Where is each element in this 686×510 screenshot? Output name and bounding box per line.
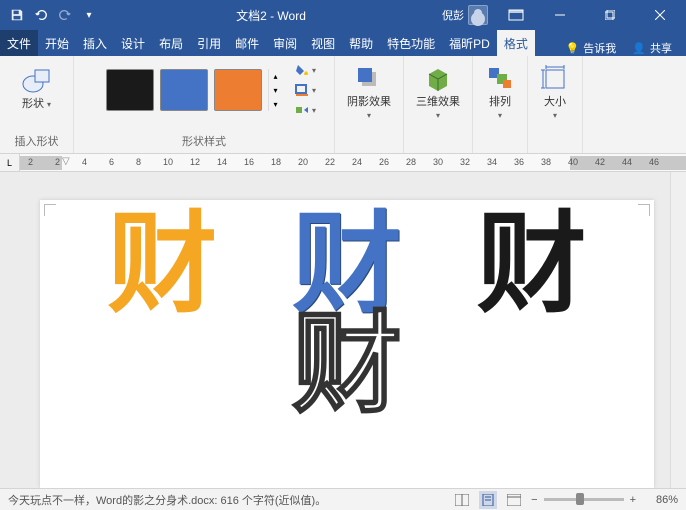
zoom-in-button[interactable]: + bbox=[630, 494, 636, 506]
window-title: 文档2 - Word bbox=[106, 7, 436, 24]
ruler-tick: 42 bbox=[595, 157, 605, 167]
tab-home[interactable]: 开始 bbox=[38, 30, 76, 56]
ruler-tick: 2 bbox=[55, 157, 60, 167]
shadow-effects-button[interactable]: 阴影效果▾ bbox=[341, 60, 397, 126]
ruler-tick: 40 bbox=[568, 157, 578, 167]
zoom-slider-thumb[interactable] bbox=[576, 493, 584, 505]
ruler-tick: 28 bbox=[406, 157, 416, 167]
zoom-level[interactable]: 86% bbox=[644, 494, 678, 506]
view-print-layout[interactable] bbox=[479, 491, 497, 509]
chevron-down-icon: ▾ bbox=[367, 111, 371, 120]
tab-review[interactable]: 审阅 bbox=[266, 30, 304, 56]
document-canvas[interactable]: 财 财 财 财 bbox=[0, 172, 670, 488]
zoom-out-button[interactable]: − bbox=[531, 494, 537, 506]
tell-me-search[interactable]: 💡 告诉我 bbox=[560, 40, 623, 56]
ruler-tick: 34 bbox=[487, 157, 497, 167]
shape-outline-button[interactable]: ▾ bbox=[292, 81, 328, 99]
tab-references[interactable]: 引用 bbox=[190, 30, 228, 56]
ruler-tick: 16 bbox=[244, 157, 254, 167]
ruler-tick: 22 bbox=[325, 157, 335, 167]
styles-gallery-more[interactable]: ▴▾▾ bbox=[268, 69, 282, 111]
chevron-down-icon: ▾ bbox=[436, 111, 440, 120]
tab-foxit[interactable]: 福昕PD bbox=[442, 30, 497, 56]
shadow-icon bbox=[354, 64, 384, 94]
tab-view[interactable]: 视图 bbox=[304, 30, 342, 56]
style-preset-blue[interactable] bbox=[160, 69, 208, 111]
save-button[interactable] bbox=[6, 4, 28, 26]
margin-marker-tr bbox=[638, 204, 650, 216]
undo-button[interactable] bbox=[30, 4, 52, 26]
view-read-mode[interactable] bbox=[453, 491, 471, 509]
ruler-tick: 46 bbox=[649, 157, 659, 167]
qat-customize[interactable]: ▾ bbox=[78, 4, 100, 26]
margin-marker-tl bbox=[44, 204, 56, 216]
chevron-down-icon: ▾ bbox=[498, 111, 502, 120]
tab-design[interactable]: 设计 bbox=[114, 30, 152, 56]
horizontal-ruler[interactable]: 2246810121416182022242628303234363840424… bbox=[20, 154, 686, 172]
tab-mailings[interactable]: 邮件 bbox=[228, 30, 266, 56]
indent-marker-left[interactable]: ▽ bbox=[62, 156, 70, 167]
arrange-icon bbox=[485, 64, 515, 94]
ruler-corner[interactable]: L bbox=[0, 154, 20, 172]
vertical-scrollbar[interactable] bbox=[670, 172, 686, 488]
share-button[interactable]: 👤 共享 bbox=[626, 40, 678, 56]
wordart-char-orange[interactable]: 财 bbox=[107, 210, 217, 320]
group-label-styles: 形状样式 bbox=[80, 131, 328, 151]
tab-layout[interactable]: 布局 bbox=[152, 30, 190, 56]
close-button[interactable] bbox=[638, 1, 682, 29]
ruler-tick: 38 bbox=[541, 157, 551, 167]
ruler-tick: 20 bbox=[298, 157, 308, 167]
insert-shape-button[interactable]: 形状 ▾ bbox=[6, 60, 67, 115]
ruler-tick: 2 bbox=[28, 157, 33, 167]
zoom-slider[interactable] bbox=[544, 498, 624, 501]
change-shape-button[interactable]: ▾ bbox=[292, 101, 328, 119]
lightbulb-icon: 💡 bbox=[566, 42, 580, 55]
user-name: 倪彭 bbox=[442, 7, 464, 23]
ruler-tick: 30 bbox=[433, 157, 443, 167]
ruler-tick: 14 bbox=[217, 157, 227, 167]
cube-icon bbox=[423, 64, 453, 94]
tab-help[interactable]: 帮助 bbox=[342, 30, 380, 56]
arrange-button[interactable]: 排列▾ bbox=[479, 60, 521, 126]
tab-file[interactable]: 文件 bbox=[0, 30, 38, 56]
wordart-char-black[interactable]: 财 bbox=[477, 210, 587, 320]
user-account[interactable]: 倪彭 bbox=[436, 5, 494, 25]
shape-icon bbox=[21, 64, 53, 96]
ruler-tick: 32 bbox=[460, 157, 470, 167]
redo-button[interactable] bbox=[54, 4, 76, 26]
tab-insert[interactable]: 插入 bbox=[76, 30, 114, 56]
share-icon: 👤 bbox=[632, 42, 646, 55]
size-button[interactable]: 大小▾ bbox=[534, 60, 576, 126]
ribbon-options-button[interactable] bbox=[506, 3, 526, 27]
ruler-tick: 18 bbox=[271, 157, 281, 167]
chevron-down-icon: ▾ bbox=[47, 100, 51, 109]
avatar bbox=[468, 5, 488, 25]
ruler-tick: 8 bbox=[136, 157, 141, 167]
ruler-tick: 26 bbox=[379, 157, 389, 167]
shape-fill-button[interactable]: ▾ bbox=[292, 61, 328, 79]
ruler-tick: 4 bbox=[82, 157, 87, 167]
status-text[interactable]: 今天玩点不一样，Word的影之分身术.docx: 616 个字符(近似值)。 bbox=[8, 492, 453, 508]
minimize-button[interactable] bbox=[538, 1, 582, 29]
restore-button[interactable] bbox=[588, 1, 632, 29]
view-web-layout[interactable] bbox=[505, 491, 523, 509]
page: 财 财 财 财 bbox=[40, 200, 654, 488]
tab-format[interactable]: 格式 bbox=[497, 30, 535, 56]
chevron-down-icon: ▾ bbox=[553, 111, 557, 120]
3d-effects-button[interactable]: 三维效果▾ bbox=[410, 60, 466, 126]
ruler-tick: 12 bbox=[190, 157, 200, 167]
wordart-char-outline[interactable]: 财 bbox=[40, 310, 654, 420]
size-icon bbox=[540, 64, 570, 94]
ruler-tick: 10 bbox=[163, 157, 173, 167]
tab-special[interactable]: 特色功能 bbox=[380, 30, 442, 56]
ruler-tick: 44 bbox=[622, 157, 632, 167]
group-label-insert-shape: 插入形状 bbox=[6, 131, 67, 151]
style-preset-orange[interactable] bbox=[214, 69, 262, 111]
ruler-tick: 36 bbox=[514, 157, 524, 167]
style-preset-black[interactable] bbox=[106, 69, 154, 111]
ruler-tick: 6 bbox=[109, 157, 114, 167]
ruler-tick: 24 bbox=[352, 157, 362, 167]
